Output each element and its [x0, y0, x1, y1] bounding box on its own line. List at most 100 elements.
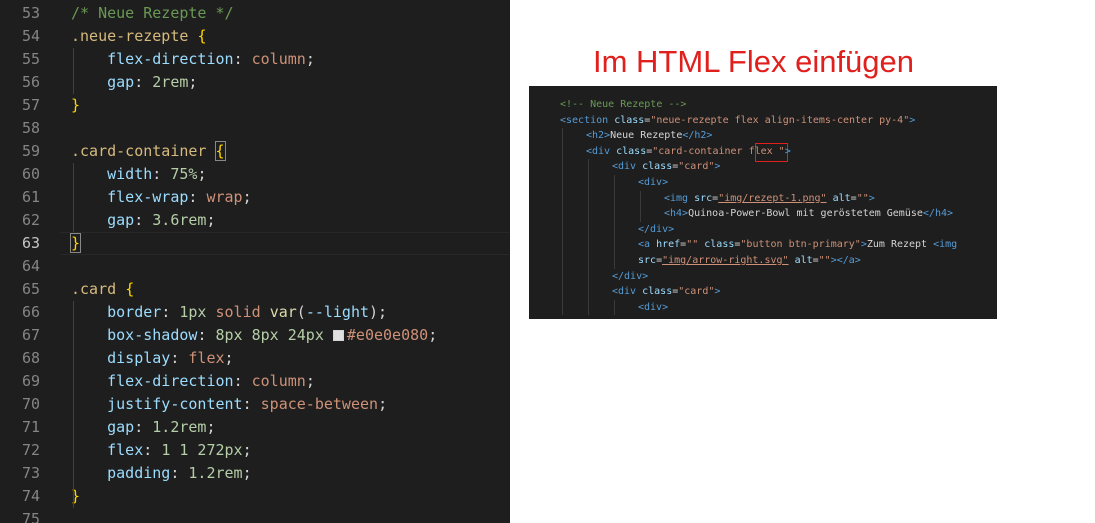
- code-text: gap: 3.6rem;: [71, 209, 215, 232]
- code-line[interactable]: 53 /* Neue Rezepte */: [0, 2, 510, 25]
- html-code-line: <h2>Neue Rezepte</h2>: [529, 128, 997, 144]
- indent-guide: [562, 268, 563, 285]
- code-line[interactable]: 67 box-shadow: 8px 8px 24px #e0e0e080;: [0, 324, 510, 347]
- code-text: box-shadow: 8px 8px 24px #e0e0e080;: [71, 324, 437, 347]
- code-token: ;: [242, 464, 252, 482]
- code-token: <img: [933, 239, 958, 251]
- code-line[interactable]: 69 flex-direction: column;: [0, 370, 510, 393]
- code-token: <a: [638, 239, 657, 251]
- indent-guide: [614, 253, 615, 269]
- code-token: "card": [678, 161, 715, 173]
- code-line[interactable]: 54 .neue-rezepte {: [0, 25, 510, 48]
- indent-guide: [562, 206, 563, 222]
- indent-guide: [562, 221, 563, 238]
- code-token: ;: [378, 395, 388, 413]
- code-token: 1.2rem: [188, 464, 243, 482]
- line-number: 72: [21, 441, 40, 459]
- code-token: /* Neue Rezepte */: [71, 4, 234, 22]
- code-line[interactable]: 71 gap: 1.2rem;: [0, 416, 510, 439]
- indent-guide: [588, 221, 589, 238]
- code-token: 3.6rem: [152, 211, 207, 229]
- indent-guide: [588, 190, 589, 207]
- code-token: </a>: [836, 255, 861, 266]
- html-code-line: <!-- Neue Rezepte -->: [529, 97, 997, 113]
- line-number: 56: [21, 73, 40, 91]
- html-code-line: </div>: [529, 222, 997, 238]
- code-token: >: [784, 145, 791, 157]
- css-editor[interactable]: 53 /* Neue Rezepte */ 54 .neue-rezepte {55 …: [0, 0, 510, 523]
- code-token: "img/rezept-1.png": [718, 192, 827, 204]
- code-text: gap: 2rem;: [71, 71, 197, 94]
- code-token: .neue-rezepte: [71, 27, 198, 45]
- code-text: display: flex;: [71, 347, 233, 370]
- code-text: src="img/arrow-right.svg" alt=""></a>: [638, 253, 861, 269]
- code-token: class: [642, 161, 673, 173]
- indent-guide: [562, 159, 563, 175]
- html-code-line: <img src="img/rezept-1.png" alt="">: [529, 191, 997, 207]
- indent-guide: [588, 237, 589, 253]
- code-token: <section: [560, 114, 615, 126]
- code-line[interactable]: 58: [0, 117, 510, 140]
- line-number: 70: [21, 395, 40, 413]
- code-token: >: [714, 161, 721, 173]
- indent-guide: [640, 190, 641, 207]
- indent-guide: [562, 190, 563, 207]
- code-text: <div class="card-container flex ">: [586, 144, 791, 160]
- code-line[interactable]: 63}: [0, 232, 510, 255]
- code-text: .card-container {: [71, 140, 226, 163]
- code-line[interactable]: 62 gap: 3.6rem;: [0, 209, 510, 232]
- code-text: }: [69, 232, 82, 255]
- code-line[interactable]: 68 display: flex;: [0, 347, 510, 370]
- code-token: :: [143, 441, 162, 459]
- code-line[interactable]: 70 justify-content: space-between;: [0, 393, 510, 416]
- html-code-line: <div class="card">: [529, 284, 997, 300]
- code-line[interactable]: 74}: [0, 485, 510, 508]
- code-token: :: [170, 349, 189, 367]
- code-token: src: [694, 192, 713, 204]
- code-text: <h4>Quinoa-Power-Bowl mit geröstetem Gem…: [664, 206, 953, 222]
- code-line[interactable]: 73 padding: 1.2rem;: [0, 462, 510, 485]
- indent-guide: [562, 284, 563, 300]
- code-token: {: [214, 141, 226, 161]
- color-swatch-icon[interactable]: [332, 330, 344, 341]
- line-number: 55: [21, 50, 40, 68]
- code-token: justify-content: [71, 395, 243, 413]
- code-line[interactable]: 72 flex: 1 1 272px;: [0, 439, 510, 462]
- code-line[interactable]: 75: [0, 508, 510, 523]
- code-token: <div: [612, 286, 643, 298]
- code-token: "img/arrow-right.svg": [662, 255, 789, 266]
- code-line[interactable]: 64: [0, 255, 510, 278]
- code-token: gap: [71, 211, 135, 229]
- code-token: solid: [206, 303, 270, 321]
- code-token: :: [233, 50, 252, 68]
- code-line[interactable]: 61 flex-wrap: wrap;: [0, 186, 510, 209]
- code-token: </div>: [638, 223, 675, 235]
- code-text: flex-direction: column;: [71, 48, 315, 71]
- code-text: flex-wrap: wrap;: [71, 186, 252, 209]
- code-token: <h4>: [664, 208, 689, 220]
- indent-guide: [73, 163, 74, 232]
- indent-guide: [588, 299, 589, 316]
- code-line[interactable]: 65 .card {: [0, 278, 510, 301]
- code-line[interactable]: 56 gap: 2rem;: [0, 71, 510, 94]
- indent-guide: [614, 175, 615, 191]
- html-code-line: </div>: [529, 269, 997, 285]
- code-line[interactable]: 59 .card-container {: [0, 140, 510, 163]
- code-line[interactable]: 55 flex-direction: column;: [0, 48, 510, 71]
- code-token: ;: [428, 326, 438, 344]
- code-token: >: [714, 286, 721, 298]
- code-line[interactable]: 66 border: 1px solid var(--light);: [0, 301, 510, 324]
- line-number: 73: [21, 464, 40, 482]
- indent-guide: [588, 253, 589, 269]
- code-text: </div>: [638, 222, 674, 238]
- code-line[interactable]: 60 width: 75%;: [0, 163, 510, 186]
- code-token: :: [134, 211, 153, 229]
- code-token: :: [152, 165, 171, 183]
- code-token: column: [251, 372, 306, 390]
- code-token: flex-direction: [71, 50, 234, 68]
- code-token: <div>: [638, 301, 669, 313]
- code-line[interactable]: 57}: [0, 94, 510, 117]
- code-text: <h2>Neue Rezepte</h2>: [586, 128, 712, 144]
